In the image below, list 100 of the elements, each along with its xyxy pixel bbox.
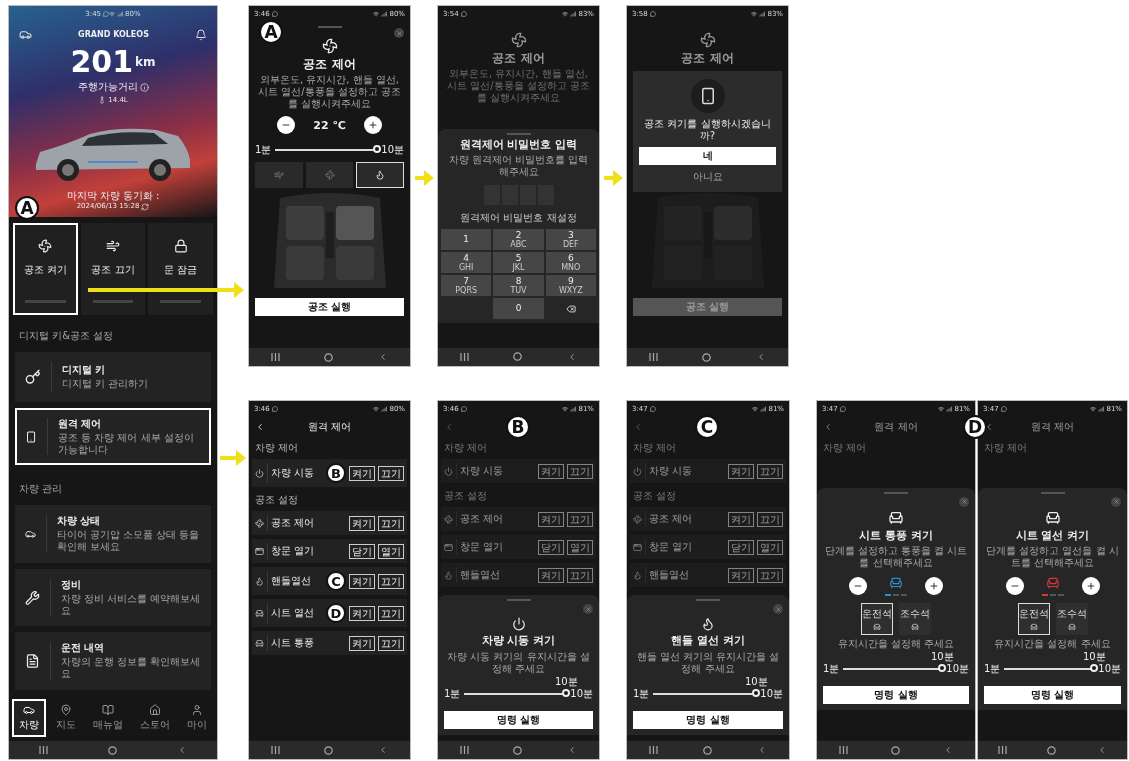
control-action-button[interactable]: 켜기 — [349, 605, 375, 621]
back-icon[interactable] — [177, 745, 187, 755]
close-button[interactable] — [959, 496, 969, 507]
slider-thumb[interactable] — [752, 688, 761, 697]
control-action-button[interactable]: 켜기 — [349, 635, 375, 651]
quick-action-tile[interactable]: 공조 켜기 — [13, 222, 78, 315]
control-action-button[interactable]: 닫기 — [538, 539, 564, 555]
recent-apps-icon[interactable] — [39, 746, 48, 754]
menu-card[interactable]: 원격 제어 공조 등 차량 제어 세부 설정이 가능합니다 — [15, 407, 211, 466]
recent-apps-icon[interactable] — [271, 746, 281, 754]
control-action-button[interactable]: 닫기 — [349, 543, 375, 559]
minus-button[interactable] — [277, 116, 296, 135]
nav-tab[interactable]: 스토어 — [132, 699, 177, 737]
seat-select-button[interactable]: 조수석 — [1055, 603, 1088, 636]
nav-tab[interactable]: 지도 — [49, 699, 84, 737]
slider-thumb[interactable] — [938, 664, 947, 673]
control-action-button[interactable]: 끄기 — [757, 463, 783, 479]
control-action-button[interactable]: 끄기 — [757, 567, 783, 583]
menu-card[interactable]: 디지털 키 디지털 키 관리하기 — [15, 351, 211, 402]
quick-action-tile[interactable]: 공조 끄기 — [80, 222, 146, 315]
home-circle-icon[interactable] — [513, 745, 523, 755]
control-action-button[interactable]: 끄기 — [378, 605, 404, 621]
menu-card[interactable]: 차량 상태 타이어 공기압 소모품 상태 등을 확인해 보세요 — [15, 505, 211, 563]
control-action-button[interactable]: 끄기 — [757, 511, 783, 527]
keypad-key[interactable]: 5 JKL — [493, 252, 544, 274]
control-action-button[interactable]: 켜기 — [349, 515, 375, 531]
keypad-key[interactable]: 6 MNO — [545, 252, 596, 274]
home-circle-icon[interactable] — [702, 352, 712, 362]
seat-select-button[interactable]: 조수석 — [899, 603, 931, 636]
control-action-button[interactable]: 끄기 — [567, 511, 593, 527]
keypad-key[interactable]: 4 GHI — [441, 252, 492, 274]
recent-apps-icon[interactable] — [649, 353, 659, 361]
control-action-button[interactable]: 끄기 — [378, 635, 404, 651]
control-action-button[interactable]: 열기 — [757, 539, 783, 555]
close-button[interactable] — [583, 604, 593, 615]
info-icon[interactable] — [139, 82, 149, 92]
control-action-button[interactable]: 켜기 — [728, 567, 754, 583]
control-action-button[interactable]: 닫기 — [728, 539, 754, 555]
control-action-button[interactable]: 끄기 — [378, 515, 404, 531]
home-circle-icon[interactable] — [513, 352, 523, 362]
keypad-key[interactable]: 2 ABC — [493, 229, 544, 251]
run-command-button[interactable]: 명령 실행 — [823, 686, 969, 705]
recent-apps-icon[interactable] — [649, 746, 659, 754]
slider-thumb[interactable] — [1090, 664, 1099, 673]
keypad-key[interactable]: 3 DEF — [545, 229, 596, 251]
run-command-button[interactable]: 명령 실행 — [984, 686, 1121, 705]
keypad-key[interactable]: 8 TUV — [493, 275, 544, 297]
quick-action-tile[interactable]: 문 잠금 — [148, 222, 213, 315]
home-circle-icon[interactable] — [1047, 745, 1057, 755]
home-circle-icon[interactable] — [324, 745, 334, 755]
slider-thumb[interactable] — [373, 145, 382, 154]
nav-tab[interactable]: 매뉴얼 — [86, 699, 130, 737]
close-button[interactable] — [394, 28, 404, 38]
control-action-button[interactable]: 열기 — [567, 539, 593, 555]
close-button[interactable] — [773, 604, 783, 615]
airflow-mode-button[interactable] — [356, 162, 404, 189]
pin-reset-link[interactable]: 원격제어 비밀번호 재설정 — [460, 212, 577, 225]
home-circle-icon[interactable] — [324, 352, 334, 362]
plus-button[interactable] — [925, 577, 943, 596]
control-action-button[interactable]: 열기 — [378, 543, 404, 559]
keypad-key[interactable]: 1 — [441, 229, 492, 251]
keypad-key[interactable]: 7 PQRS — [441, 275, 492, 297]
seat-select-button[interactable]: 운전석 — [1017, 603, 1050, 636]
control-action-button[interactable]: 켜기 — [349, 465, 375, 481]
run-command-button[interactable]: 명령 실행 — [633, 710, 783, 729]
control-action-button[interactable]: 끄기 — [567, 567, 593, 583]
recent-apps-icon[interactable] — [271, 353, 281, 361]
control-action-button[interactable]: 켜기 — [538, 463, 564, 479]
run-command-button[interactable]: 명령 실행 — [444, 710, 593, 729]
control-action-button[interactable]: 켜기 — [538, 567, 564, 583]
home-circle-icon[interactable] — [108, 745, 117, 755]
plus-button[interactable] — [1081, 577, 1100, 596]
nav-tab[interactable]: 마이 — [179, 699, 214, 737]
home-circle-icon[interactable] — [703, 745, 712, 755]
close-button[interactable] — [1111, 496, 1121, 507]
bell-icon[interactable] — [195, 28, 207, 41]
control-action-button[interactable]: 끄기 — [567, 463, 593, 479]
recent-apps-icon[interactable] — [460, 353, 470, 361]
control-action-button[interactable]: 켜기 — [728, 463, 754, 479]
control-action-button[interactable]: 끄기 — [378, 573, 404, 589]
minus-button[interactable] — [1005, 577, 1024, 596]
keypad-key[interactable]: 0 — [493, 298, 544, 320]
plus-button[interactable] — [363, 116, 382, 135]
yes-button[interactable]: 네 — [639, 147, 776, 166]
refresh-icon[interactable] — [141, 202, 150, 211]
nav-tab[interactable]: 차량 — [12, 699, 47, 737]
run-climate-button[interactable]: 공조 실행 — [255, 298, 404, 317]
car-icon[interactable] — [19, 28, 32, 41]
recent-apps-icon[interactable] — [460, 746, 470, 754]
minus-button[interactable] — [849, 577, 867, 596]
slider-thumb[interactable] — [562, 688, 571, 697]
no-button[interactable]: 아니요 — [692, 170, 723, 185]
menu-card[interactable]: 운전 내역 차량의 운행 정보를 확인해보세요 — [15, 632, 211, 690]
seat-select-button[interactable]: 운전석 — [861, 603, 893, 636]
control-action-button[interactable]: 켜기 — [538, 511, 564, 527]
control-action-button[interactable]: 끄기 — [378, 465, 404, 481]
recent-apps-icon[interactable] — [838, 746, 848, 754]
control-action-button[interactable]: 켜기 — [349, 573, 375, 589]
menu-card[interactable]: 정비 차량 정비 서비스를 예약해보세요 — [15, 568, 211, 627]
recent-apps-icon[interactable] — [998, 746, 1008, 754]
